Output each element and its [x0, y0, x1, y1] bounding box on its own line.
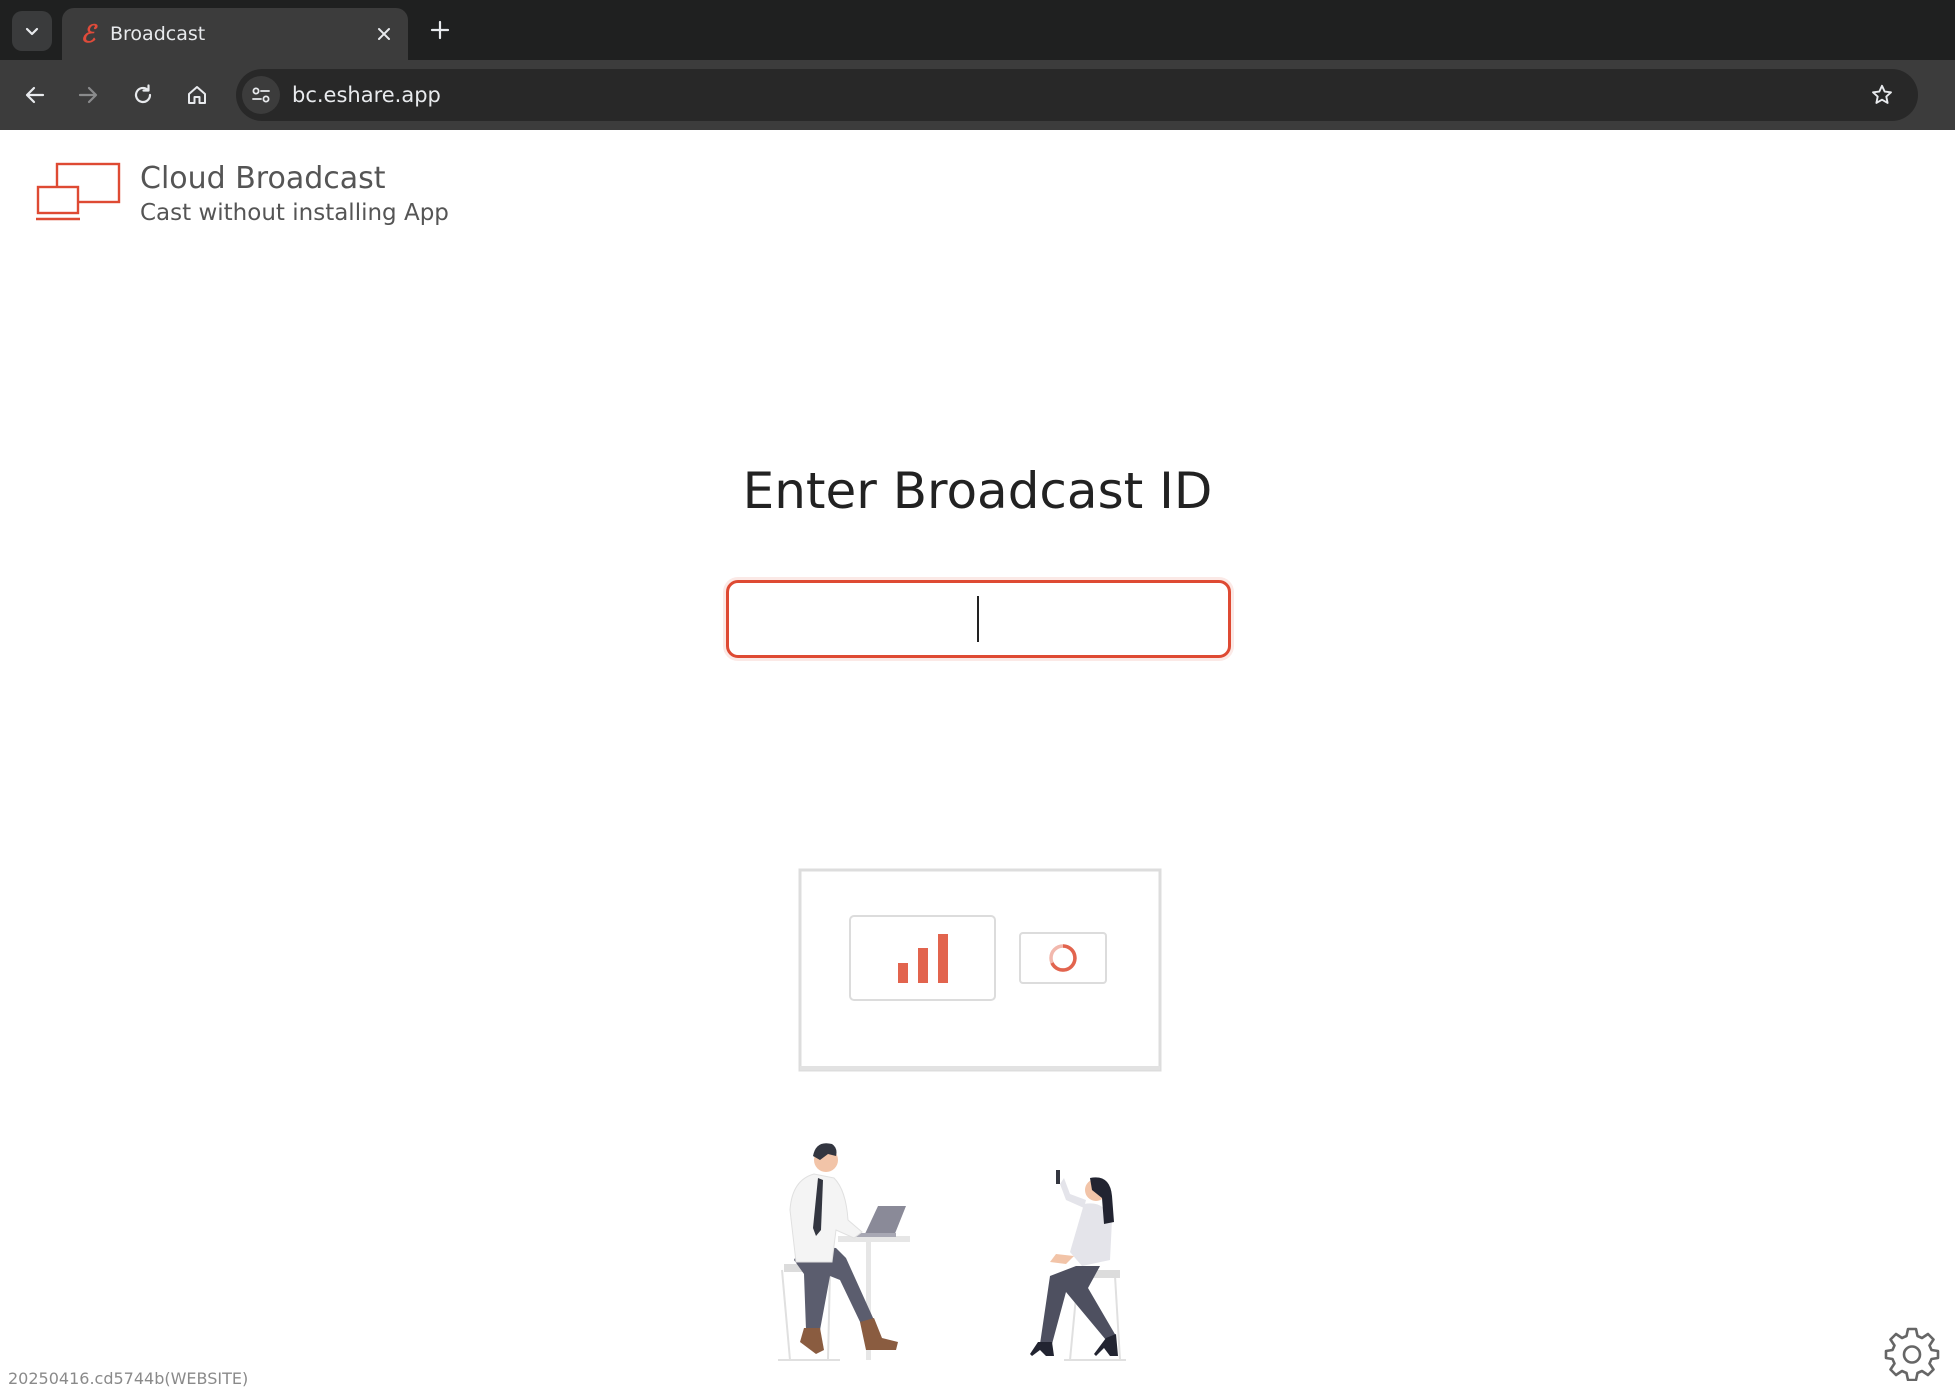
- meeting-illustration: [778, 868, 1162, 1361]
- home-button[interactable]: [179, 77, 215, 113]
- browser-toolbar: bc.eshare.app: [0, 60, 1955, 164]
- forward-arrow-icon: [78, 86, 98, 104]
- version-label: 20250416.cd5744b(WEBSITE): [8, 1369, 249, 1388]
- reload-button[interactable]: [125, 77, 161, 113]
- gear-icon[interactable]: [1884, 1325, 1940, 1381]
- back-arrow-icon: [25, 86, 45, 104]
- back-button[interactable]: [17, 77, 53, 113]
- tab-broadcast[interactable]: ℰ Broadcast: [62, 8, 408, 60]
- browser-tabstrip: ℰ Broadcast: [0, 0, 1955, 60]
- new-tab-button[interactable]: [424, 14, 456, 46]
- chevron-down-icon: [25, 27, 39, 36]
- page-title: Enter Broadcast ID: [742, 462, 1213, 520]
- donut-chart-card: [1019, 932, 1107, 984]
- reload-icon: [134, 84, 152, 104]
- address-bar[interactable]: bc.eshare.app: [236, 69, 1918, 121]
- cast-screens-logo-icon: [36, 162, 121, 221]
- text-caret: [977, 596, 979, 642]
- tab-close-button[interactable]: [372, 22, 396, 46]
- tab-search-button[interactable]: [12, 11, 52, 51]
- url-text[interactable]: bc.eshare.app: [292, 82, 441, 108]
- page-content: Cloud Broadcast Cast without installing …: [0, 130, 1955, 1394]
- brand-subtitle: Cast without installing App: [140, 200, 449, 226]
- home-icon: [188, 86, 206, 104]
- bookmark-button[interactable]: [1868, 81, 1896, 109]
- star-icon: [1872, 84, 1892, 104]
- tab-title: Broadcast: [110, 23, 206, 45]
- forward-button[interactable]: [70, 77, 106, 113]
- close-icon: [378, 28, 390, 40]
- eshare-favicon-icon: ℰ: [80, 19, 96, 48]
- plus-icon: [430, 20, 450, 40]
- site-info-button[interactable]: [242, 76, 280, 114]
- brand-title: Cloud Broadcast: [140, 161, 386, 196]
- site-info-icon: [252, 87, 270, 103]
